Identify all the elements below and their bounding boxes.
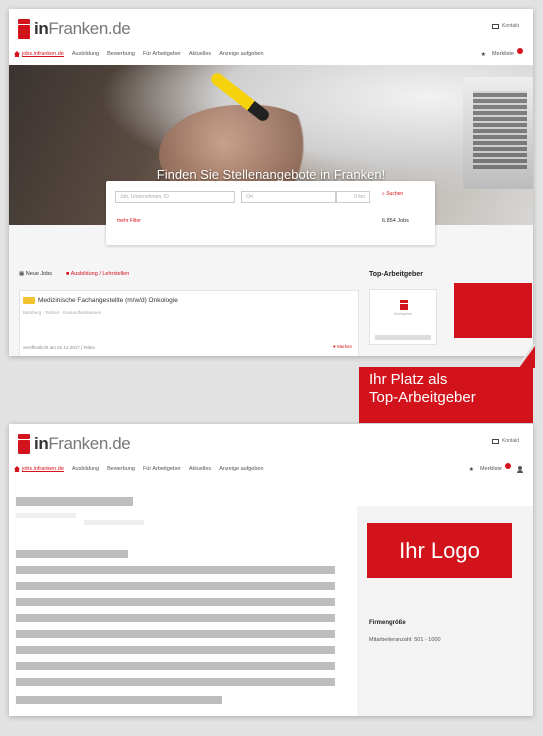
job-title[interactable]: Medizinische Fachangestellte (m/w/d) Onk… (38, 297, 178, 304)
nav-item-home[interactable]: jobs.infranken.de (22, 51, 64, 57)
logo-suffix-2: .de (107, 434, 131, 453)
hero-title: Finden Sie Stellenangebote in Franken! (156, 167, 386, 182)
employer-profile-screenshot: inFranken.de Kontakt jobs.infranken.de A… (9, 424, 533, 716)
grid-icon (492, 23, 500, 29)
star-icon-2: ★ (468, 466, 474, 473)
logo-mark-icon-2 (18, 434, 30, 454)
search-panel: Job, Unternehmen, ID Ort 0 km ⌕ Suchen m… (106, 181, 435, 245)
nav-item-arbeitgeber[interactable]: Für Arbeitgeber (143, 51, 181, 57)
nav-item-aktuelles[interactable]: Aktuelles (189, 51, 211, 57)
placeholder-text-line (16, 630, 335, 638)
nav-item-ausbildung[interactable]: Ausbildung (72, 51, 99, 57)
radius-select[interactable]: 0 km (336, 191, 370, 203)
save-job-button[interactable]: ♥ Merken (333, 344, 352, 349)
nav-item-anzeige[interactable]: Anzeige aufgeben (219, 51, 263, 57)
contact-label-2: Kontakt (502, 438, 519, 444)
company-logo-slot: Ihr Logo (367, 523, 512, 578)
star-icon: ★ (480, 51, 486, 58)
logo-prefix: in (34, 19, 49, 38)
callout-line-1: Ihr Platz als (369, 371, 448, 388)
more-filters-link[interactable]: mehr Filter (117, 218, 141, 224)
placeholder-subline (16, 513, 76, 518)
job-portal-screenshot: inFranken.de Kontakt jobs.infranken.de A… (9, 9, 533, 356)
grid-icon-2 (492, 438, 500, 444)
callout-top-employer: Ihr Platz als Top-Arbeitgeber (359, 367, 533, 423)
firm-size-label: Firmengröße (369, 620, 406, 626)
placeholder-text-line (16, 598, 335, 606)
notification-dot-2 (505, 463, 511, 469)
home-icon-2[interactable] (14, 466, 20, 472)
job-count: 6.854 Jobs (382, 218, 409, 224)
nav-item-anzeige-2[interactable]: Anzeige aufgeben (219, 466, 263, 472)
main-nav: jobs.infranken.de Ausbildung Bewerbung F… (9, 44, 533, 64)
nav-item-bewerbung[interactable]: Bewerbung (107, 51, 135, 57)
logo-mark-icon (18, 19, 30, 39)
placeholder-text-line (16, 678, 335, 686)
logo-prefix-2: in (34, 434, 49, 453)
placeholder-text-line (16, 646, 335, 654)
logo-main: Franken (48, 19, 108, 38)
placeholder-subline-2 (84, 520, 144, 525)
employer-logo-icon (400, 300, 408, 310)
tab-training[interactable]: ■ Ausbildung / Lehrstellen (66, 271, 129, 277)
new-badge-icon (23, 297, 35, 304)
top-employer-card[interactable]: Arbeitgeber (369, 289, 437, 345)
top-employer-ad-slot (454, 283, 532, 338)
list-icon: ▦ (19, 271, 26, 277)
contact-link[interactable]: Kontakt (492, 23, 519, 29)
nav-item-aktuelles-2[interactable]: Aktuelles (189, 466, 211, 472)
location-input[interactable]: Ort (241, 191, 336, 203)
home-icon[interactable] (14, 51, 20, 57)
callout-line-2: Top-Arbeitgeber (369, 389, 476, 406)
nav-item-arbeitgeber-2[interactable]: Für Arbeitgeber (143, 466, 181, 472)
results-tabs: ▦ Neue Jobs ■ Ausbildung / Lehrstellen (19, 271, 129, 277)
nav-item-bewerbung-2[interactable]: Bewerbung (107, 466, 135, 472)
placeholder-section-title (16, 550, 128, 558)
logo-main-2: Franken (48, 434, 108, 453)
contact-label: Kontakt (502, 23, 519, 29)
notification-dot (517, 48, 523, 54)
site-logo[interactable]: inFranken.de (18, 18, 131, 40)
employer-name: Arbeitgeber (393, 312, 413, 316)
merkliste-link[interactable]: Merkliste (492, 51, 514, 57)
job-meta: veröffentlicht am 02.12.2017 | Teilen (23, 345, 96, 350)
merkliste-link-2[interactable]: Merkliste (480, 466, 502, 472)
site-logo-2[interactable]: inFranken.de (18, 433, 131, 455)
results-area: ▦ Neue Jobs ■ Ausbildung / Lehrstellen M… (9, 254, 533, 356)
employer-button[interactable] (375, 335, 431, 340)
placeholder-text-line (16, 582, 335, 590)
main-nav-2: jobs.infranken.de Ausbildung Bewerbung F… (9, 459, 533, 479)
tab-new-jobs[interactable]: ▦ Neue Jobs (19, 271, 52, 277)
top-employers-title: Top-Arbeitgeber (369, 271, 423, 278)
nav-item-ausbildung-2[interactable]: Ausbildung (72, 466, 99, 472)
search-input[interactable]: Job, Unternehmen, ID (115, 191, 235, 203)
placeholder-heading (16, 497, 133, 506)
site-header: inFranken.de Kontakt jobs.infranken.de A… (9, 9, 533, 71)
user-icon[interactable] (517, 465, 523, 473)
job-listing[interactable]: Medizinische Fachangestellte (m/w/d) Onk… (19, 290, 359, 356)
logo-suffix: .de (107, 19, 131, 38)
placeholder-text-line (16, 614, 335, 622)
placeholder-text-line (16, 662, 335, 670)
nav-item-home-2[interactable]: jobs.infranken.de (22, 466, 64, 472)
contact-link-2[interactable]: Kontakt (492, 438, 519, 444)
site-header-2: inFranken.de Kontakt jobs.infranken.de A… (9, 424, 533, 479)
placeholder-text-line-last (16, 696, 222, 704)
search-button-label: Suchen (386, 191, 404, 197)
job-subtitle: Bamberg · Teilzeit · Gesundheitswesen (23, 310, 102, 315)
search-button[interactable]: ⌕ Suchen (382, 191, 403, 197)
firm-size-value: Mitarbeiteranzahl: 501 - 1000 (369, 637, 441, 643)
placeholder-text-line (16, 566, 335, 574)
